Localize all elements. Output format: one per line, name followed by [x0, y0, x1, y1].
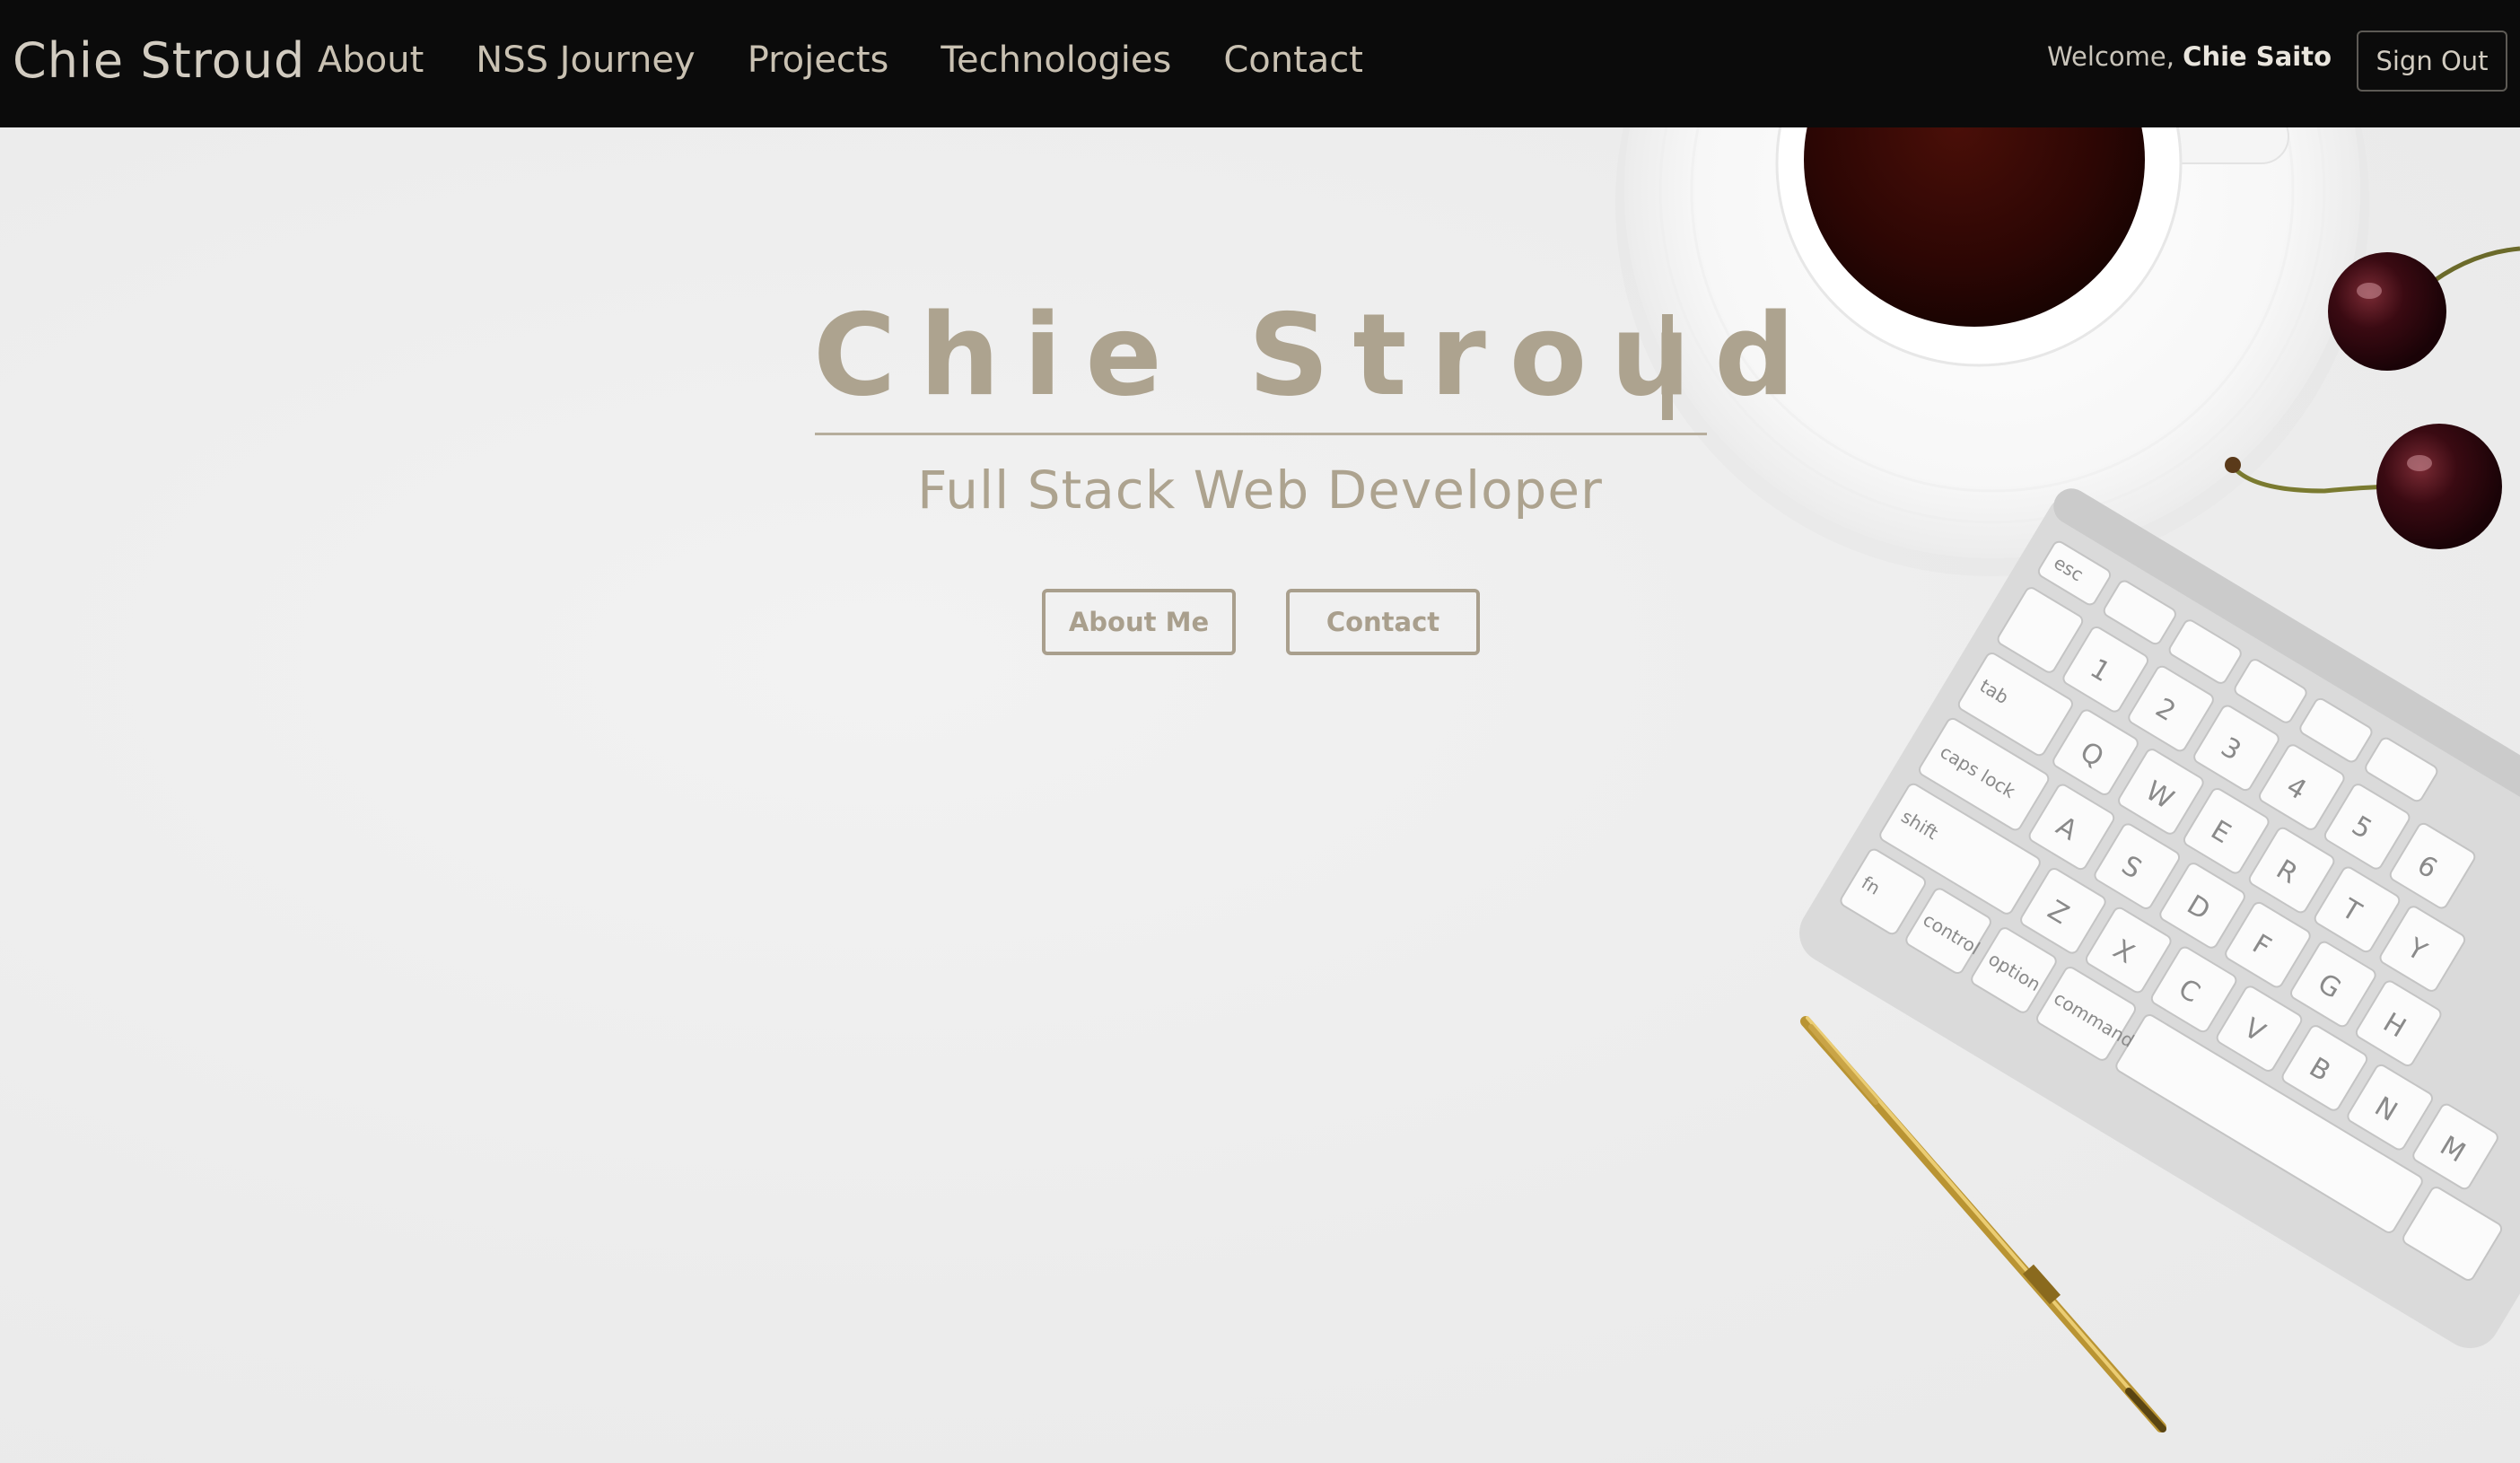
welcome-prefix: Welcome,: [2047, 41, 2174, 72]
brand-link[interactable]: Chie Stroud: [13, 32, 305, 89]
nav-link-technologies[interactable]: Technologies: [941, 39, 1171, 81]
nav-link-contact[interactable]: Contact: [1223, 39, 1363, 81]
nav-link-nss-journey[interactable]: NSS Journey: [476, 39, 695, 81]
nav-links: About NSS Journey Projects Technologies …: [318, 39, 1363, 81]
nav-link-about[interactable]: About: [318, 39, 424, 81]
hero-title-underline: [815, 433, 1707, 435]
hero-section: esc tab caps lock shift fn control optio…: [0, 127, 2520, 1463]
hero-subtitle: Full Stack Web Developer: [0, 460, 2520, 521]
sign-out-button[interactable]: Sign Out: [2357, 31, 2507, 92]
top-navbar: Chie Stroud About NSS Journey Projects T…: [0, 0, 2520, 127]
welcome-message: Welcome, Chie Saito: [2047, 41, 2332, 72]
contact-button[interactable]: Contact: [1286, 589, 1480, 655]
welcome-user-name: Chie Saito: [2183, 41, 2332, 72]
nav-link-projects[interactable]: Projects: [748, 39, 889, 81]
typing-cursor: [1662, 314, 1673, 420]
keyboard-image: esc tab caps lock shift fn control optio…: [1799, 488, 2520, 1349]
hero-subtitle-text: Full Stack Web Developer: [917, 460, 1603, 521]
about-me-button[interactable]: About Me: [1042, 589, 1236, 655]
